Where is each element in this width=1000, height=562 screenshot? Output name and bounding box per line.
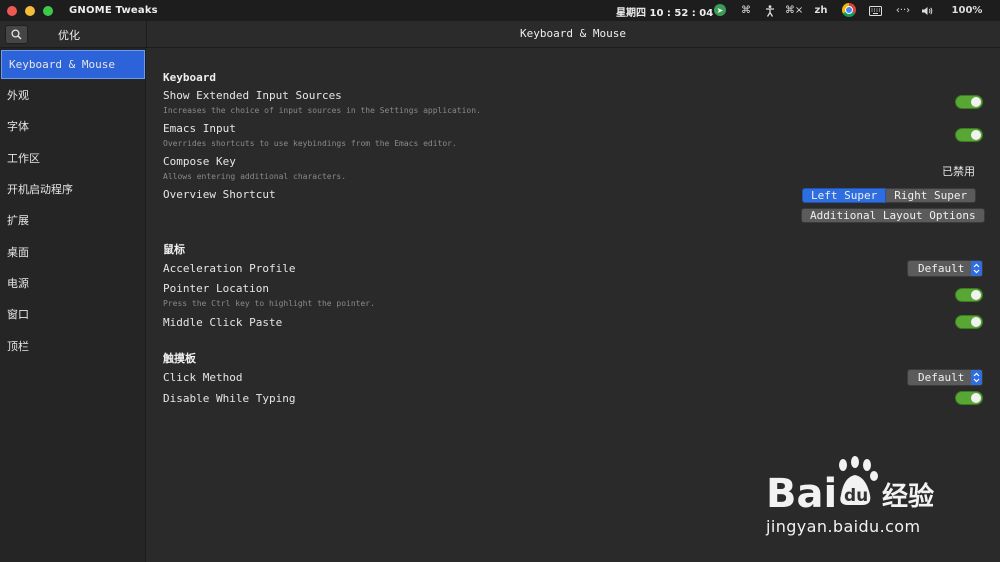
app-title: GNOME Tweaks [69, 5, 158, 16]
volume-icon[interactable] [920, 4, 934, 17]
close-window-button[interactable] [7, 5, 17, 16]
keyboard-icon[interactable] [868, 4, 882, 17]
click-method-label: Click Method [163, 371, 243, 384]
chrome-icon[interactable] [842, 3, 856, 17]
acceleration-profile-label: Acceleration Profile [163, 262, 296, 275]
sidebar-item-extensions[interactable]: 扩展 [0, 205, 146, 234]
search-icon [11, 29, 22, 40]
emacs-input-description: Overrides shortcuts to use keybindings f… [163, 139, 457, 148]
sidebar-header-title: 优化 [58, 29, 80, 42]
overview-shortcut-toggle-group: Left Super Right Super [802, 188, 977, 203]
overview-shortcut-label: Overview Shortcut [163, 188, 276, 201]
disable-while-typing-switch[interactable] [955, 391, 983, 405]
emacs-input-switch[interactable] [955, 128, 983, 142]
click-method-select[interactable]: Default [907, 369, 983, 386]
acceleration-profile-value: Default [918, 262, 965, 275]
send-icon[interactable]: ➤ [714, 4, 726, 16]
disable-while-typing-label: Disable While Typing [163, 392, 296, 405]
sidebar-item-fonts[interactable]: 字体 [0, 111, 146, 140]
command-icon[interactable]: ⌘ [740, 4, 752, 17]
system-top-bar: GNOME Tweaks 星期四 10 : 52 : 04 ➤ ⌘ ⌘× zh … [0, 0, 1000, 21]
search-button[interactable] [5, 25, 28, 44]
updown-chevron-icon [971, 370, 982, 385]
accessibility-icon[interactable] [764, 4, 776, 17]
touchpad-section-heading: 触摸板 [163, 352, 196, 365]
middle-click-paste-label: Middle Click Paste [163, 316, 283, 329]
right-super-button[interactable]: Right Super [886, 188, 977, 203]
baidu-logo: Bai du 经验 [766, 456, 934, 515]
maximize-window-button[interactable] [43, 5, 53, 16]
baidu-jingyan-watermark: Bai du 经验 jingyan.baidu.com [766, 455, 976, 545]
sidebar-item-workspaces[interactable]: 工作区 [0, 143, 146, 172]
sidebar-item-top-bar[interactable]: 顶栏 [0, 331, 146, 360]
updown-chevron-icon [971, 261, 982, 276]
extended-input-label: Show Extended Input Sources [163, 89, 342, 102]
compose-key-description: Allows entering additional characters. [163, 172, 347, 181]
pointer-location-description: Press the Ctrl key to highlight the poin… [163, 299, 375, 308]
sidebar-item-startup-applications[interactable]: 开机启动程序 [0, 174, 146, 203]
pointer-location-switch[interactable] [955, 288, 983, 302]
left-super-button[interactable]: Left Super [802, 188, 887, 203]
extended-input-switch[interactable] [955, 95, 983, 109]
language-indicator[interactable]: zh [814, 4, 828, 17]
compose-key-value[interactable]: 已禁用 [942, 163, 975, 179]
sidebar-item-desktop[interactable]: 桌面 [0, 237, 146, 266]
clock[interactable]: 星期四 10 : 52 : 04 [616, 4, 713, 19]
window-controls [7, 5, 53, 16]
network-icon[interactable]: ‹··› [894, 4, 912, 17]
watermark-url: jingyan.baidu.com [766, 517, 921, 536]
sidebar-item-power[interactable]: 电源 [0, 268, 146, 297]
pointer-location-label: Pointer Location [163, 282, 269, 295]
svg-text:Bai: Bai [766, 471, 837, 515]
sidebar-item-keyboard-mouse[interactable]: Keyboard & Mouse [1, 50, 145, 79]
mouse-section-heading: 鼠标 [163, 243, 185, 256]
sidebar-item-appearance[interactable]: 外观 [0, 80, 146, 109]
acceleration-profile-select[interactable]: Default [907, 260, 983, 277]
svg-text:du: du [844, 486, 868, 506]
additional-layout-options-button[interactable]: Additional Layout Options [801, 208, 985, 223]
command-alt-icon[interactable]: ⌘× [785, 4, 803, 17]
sidebar-item-windows[interactable]: 窗口 [0, 299, 146, 328]
battery-indicator[interactable]: 100% [952, 4, 983, 17]
svg-text:经验: 经验 [882, 481, 934, 512]
click-method-value: Default [918, 371, 965, 384]
header-bar: 优化 Keyboard & Mouse [0, 21, 1000, 48]
extended-input-description: Increases the choice of input sources in… [163, 106, 481, 115]
middle-click-paste-switch[interactable] [955, 315, 983, 329]
compose-key-label: Compose Key [163, 155, 236, 168]
minimize-window-button[interactable] [25, 5, 35, 16]
sidebar: Keyboard & Mouse 外观 字体 工作区 开机启动程序 扩展 桌面 … [0, 48, 146, 562]
keyboard-section-heading: Keyboard [163, 71, 216, 84]
page-title: Keyboard & Mouse [520, 27, 626, 40]
emacs-input-label: Emacs Input [163, 122, 236, 135]
